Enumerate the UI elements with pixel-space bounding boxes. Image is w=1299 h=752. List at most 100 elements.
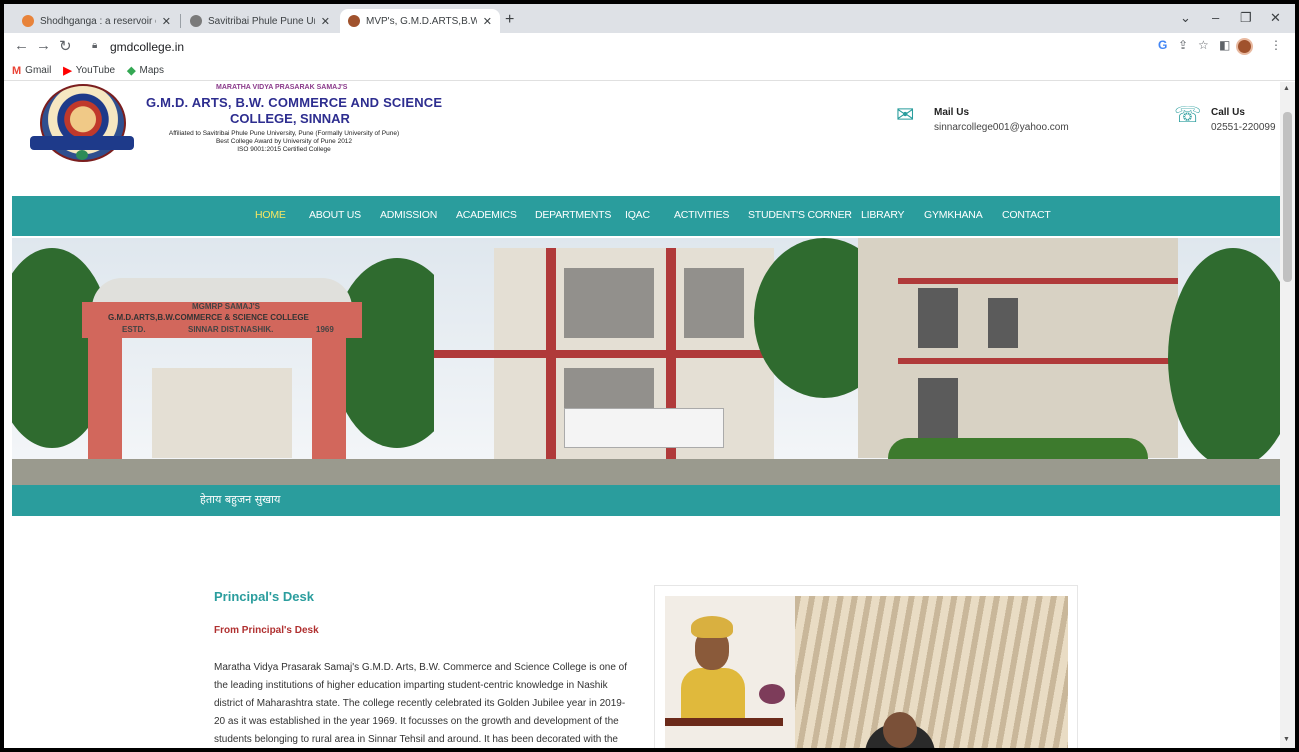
tagline-bar: हेताय बहुजन सुखाय <box>12 485 1280 516</box>
page-scrollbar[interactable]: ▲ ▼ <box>1280 82 1295 748</box>
window <box>684 268 744 338</box>
nav-iqac[interactable]: IQAC <box>625 209 650 221</box>
mail-address[interactable]: sinnarcollege001@yahoo.com <box>934 122 1069 133</box>
nav-library[interactable]: LIBRARY <box>861 209 905 221</box>
bookmark-youtube[interactable]: ▶ YouTube <box>63 64 115 77</box>
nav-admission[interactable]: ADMISSION <box>380 209 437 221</box>
award-line: Best College Award by University of Pune… <box>215 138 353 145</box>
new-tab-icon[interactable]: + <box>505 11 514 29</box>
tab-title: Savitribai Phule Pune University, <box>208 15 315 27</box>
tab-strip: Shodhganga : a reservoir of Indi ✕ Savit… <box>4 4 1295 33</box>
college-name-line1: G.M.D. ARTS, B.W. COMMERCE AND SCIENCE <box>146 95 443 110</box>
nav-academics[interactable]: ACADEMICS <box>456 209 517 221</box>
main-nav: HOME ABOUT US ADMISSION ACADEMICS DEPART… <box>12 196 1280 236</box>
arch-sign-year: 1969 <box>316 325 334 334</box>
mail-title: Mail Us <box>934 107 970 118</box>
google-lens-icon[interactable]: G <box>1158 38 1167 52</box>
reload-icon[interactable]: ↻ <box>59 37 72 55</box>
tab-shodhganga[interactable]: Shodhganga : a reservoir of Indi ✕ <box>14 9 179 33</box>
youtube-icon: ▶ <box>63 65 72 77</box>
tab-search-icon[interactable]: ⌄ <box>1180 10 1191 26</box>
scrollbar-thumb[interactable] <box>1283 112 1292 282</box>
hero-banner: MGMRP SAMAJ'S G.M.D.ARTS,B.W.COMMERCE & … <box>12 238 1280 485</box>
nav-activities[interactable]: ACTIVITIES <box>674 209 729 221</box>
arch-sign-place: SINNAR DIST.NASHIK. <box>188 325 274 334</box>
iso-line: ISO 9001:2015 Certified College <box>237 146 331 153</box>
statue <box>681 668 745 722</box>
college-name-line2: COLLEGE, SINNAR <box>230 111 350 126</box>
forward-icon[interactable]: → <box>36 37 51 54</box>
arch-sign-estd: ESTD. <box>122 325 146 334</box>
bookmark-label: YouTube <box>75 65 116 76</box>
tab-title: Shodhganga : a reservoir of Indi <box>40 15 156 27</box>
arch-pillar-right <box>312 338 346 468</box>
minimize-icon[interactable]: – <box>1212 10 1219 25</box>
arch-sign-main: G.M.D.ARTS,B.W.COMMERCE & SCIENCE COLLEG… <box>108 313 309 322</box>
nav-departments[interactable]: DEPARTMENTS <box>535 209 611 221</box>
tab-sppu[interactable]: Savitribai Phule Pune University, ✕ <box>182 9 338 33</box>
building <box>858 238 1178 458</box>
browser-window: Shodhganga : a reservoir of Indi ✕ Savit… <box>4 4 1295 748</box>
arch-pillar-left <box>88 338 122 468</box>
close-tab-icon[interactable]: ✕ <box>321 15 330 28</box>
building <box>152 368 292 458</box>
back-icon[interactable]: ← <box>14 37 29 54</box>
statue-turban <box>691 616 733 638</box>
nav-students-corner[interactable]: STUDENT'S CORNER <box>748 209 852 221</box>
ground <box>434 459 858 485</box>
principal-heading: Principal's Desk <box>214 589 314 604</box>
browser-toolbar: ← → ↻ 🔒︎ gmdcollege.in G ⇪ ☆ ◧ ⋮ <box>4 33 1295 61</box>
banner-photo-building <box>434 238 858 485</box>
call-title: Call Us <box>1211 107 1245 118</box>
scroll-up-icon[interactable]: ▲ <box>1283 85 1290 92</box>
sppu-favicon-icon <box>190 15 202 27</box>
close-tab-icon[interactable]: ✕ <box>162 15 171 28</box>
principal-subheading: From Principal's Desk <box>214 625 319 636</box>
college-favicon-icon <box>348 15 360 27</box>
mail-icon: ✉ <box>896 102 915 127</box>
bookmark-gmail[interactable]: M Gmail <box>12 65 51 77</box>
profile-avatar[interactable] <box>1236 38 1253 55</box>
side-panel-icon[interactable]: ◧ <box>1219 38 1230 52</box>
maximize-icon[interactable]: ❐ <box>1240 10 1252 26</box>
curtain <box>795 596 1068 748</box>
window <box>564 268 654 338</box>
bookmark-label: Maps <box>139 65 164 76</box>
close-tab-icon[interactable]: ✕ <box>483 15 492 28</box>
principal-paragraph: Maratha Vidya Prasarak Samaj's G.M.D. Ar… <box>214 662 628 745</box>
bookmark-maps[interactable]: ◆ Maps <box>127 64 164 77</box>
banner-photo-gate: MGMRP SAMAJ'S G.M.D.ARTS,B.W.COMMERCE & … <box>12 238 434 485</box>
tab-title: MVP's, G.M.D.ARTS,B.W.COMME <box>366 15 477 27</box>
nav-home[interactable]: HOME <box>255 209 286 221</box>
org-name: MARATHA VIDYA PRASARAK SAMAJ'S <box>216 84 348 91</box>
menu-icon[interactable]: ⋮ <box>1270 38 1282 52</box>
logo-ribbon <box>30 136 134 150</box>
scroll-down-icon[interactable]: ▼ <box>1283 736 1290 743</box>
nav-about-us[interactable]: ABOUT US <box>309 209 361 221</box>
principal-photo <box>665 596 1068 748</box>
share-icon[interactable]: ⇪ <box>1178 38 1188 52</box>
address-bar[interactable]: 🔒︎ gmdcollege.in <box>84 36 1144 58</box>
tagline-text: हेताय बहुजन सुखाय <box>200 493 281 506</box>
window <box>988 298 1018 348</box>
bookmark-label: Gmail <box>25 65 52 76</box>
affiliation-line: Affiliated to Savitribai Phule Pune Univ… <box>168 130 400 137</box>
window <box>918 288 958 348</box>
floor-band <box>898 358 1178 364</box>
tab-gmdcollege[interactable]: MVP's, G.M.D.ARTS,B.W.COMME ✕ <box>340 9 500 33</box>
gmail-icon: M <box>12 64 22 77</box>
maps-icon: ◆ <box>127 65 136 77</box>
floor-band <box>898 278 1178 284</box>
nav-gymkhana[interactable]: GYMKHANA <box>924 209 983 221</box>
window <box>918 378 958 438</box>
close-window-icon[interactable]: ✕ <box>1270 10 1281 26</box>
web-page: MARATHA VIDYA PRASARAK SAMAJ'S G.M.D. AR… <box>4 82 1280 748</box>
logo-leaf <box>76 150 88 160</box>
nav-contact[interactable]: CONTACT <box>1002 209 1051 221</box>
url-text: gmdcollege.in <box>110 40 185 54</box>
phone-number[interactable]: 02551-220099 <box>1211 122 1276 133</box>
bookmark-star-icon[interactable]: ☆ <box>1198 38 1209 52</box>
college-logo[interactable] <box>30 84 134 166</box>
college-signboard <box>564 408 724 448</box>
bookmarks-bar: M Gmail ▶ YouTube ◆ Maps <box>4 61 1295 81</box>
